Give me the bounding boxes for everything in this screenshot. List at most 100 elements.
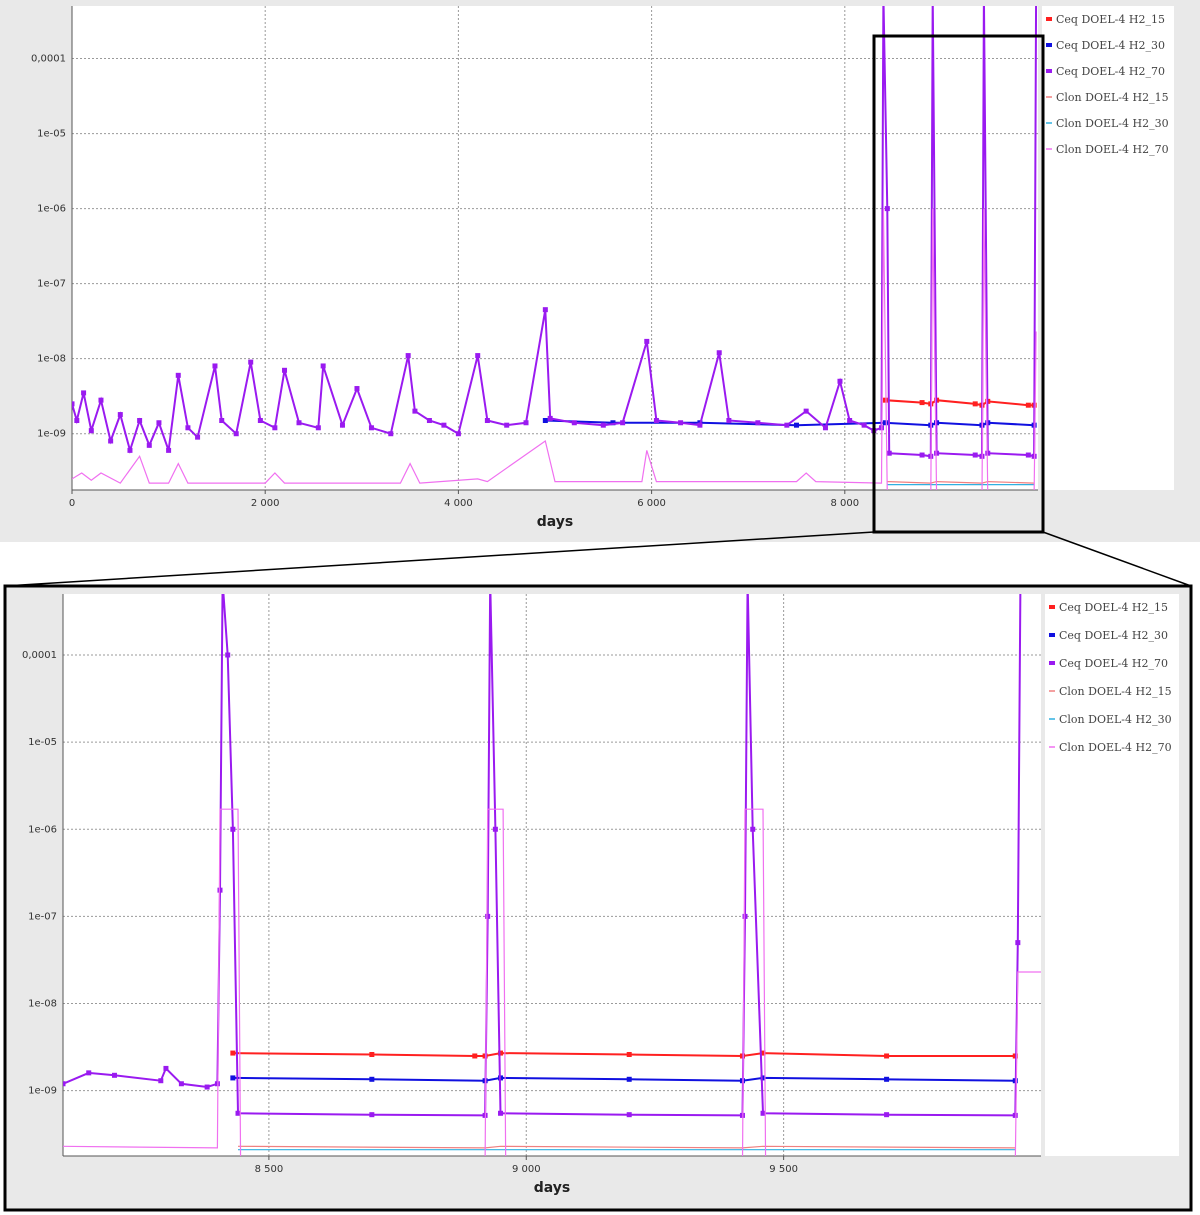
x-tick-label: 6 000 bbox=[637, 498, 666, 509]
series-point bbox=[233, 431, 239, 437]
x-tick-label: 9 500 bbox=[769, 1164, 798, 1175]
series-point bbox=[886, 450, 892, 456]
series-point bbox=[369, 1076, 375, 1082]
plot-area bbox=[72, 6, 1038, 490]
series-point bbox=[369, 1112, 375, 1118]
series-point bbox=[1012, 1112, 1018, 1118]
series-point bbox=[626, 1076, 632, 1082]
series-point bbox=[412, 408, 418, 414]
series-point bbox=[861, 422, 867, 428]
series-point bbox=[803, 408, 809, 414]
series-point bbox=[369, 1051, 375, 1057]
legend-entry: Ceq DOEL-4 H2_30 bbox=[1056, 39, 1165, 52]
series-point bbox=[882, 420, 888, 426]
legend: Ceq DOEL-4 H2_15 Ceq DOEL-4 H2_30 Ceq DOEL… bbox=[1045, 594, 1179, 1156]
series-point bbox=[441, 422, 447, 428]
legend-swatch bbox=[1046, 69, 1052, 73]
series-point bbox=[742, 913, 748, 919]
series-point bbox=[175, 372, 181, 378]
series-point bbox=[626, 1051, 632, 1057]
x-tick-label: 8 500 bbox=[255, 1164, 284, 1175]
legend-box bbox=[1045, 594, 1179, 1156]
series-point bbox=[884, 1112, 890, 1118]
legend-entry: Ceq DOEL-4 H2_15 bbox=[1059, 601, 1168, 614]
series-point bbox=[163, 1065, 169, 1071]
series-point bbox=[837, 378, 843, 384]
overview-chart-panel: 1e-09 1e-08 1e-07 1e-06 1e-05 0,0001 0 2 000 4 0… bbox=[0, 0, 1200, 542]
series-point bbox=[81, 390, 87, 396]
series-point bbox=[1028, 588, 1033, 593]
series-point bbox=[794, 422, 799, 428]
series-point bbox=[600, 422, 606, 428]
series-point bbox=[204, 1084, 210, 1090]
x-axis-label: days bbox=[534, 1180, 571, 1196]
series-point bbox=[127, 447, 133, 453]
series-point bbox=[847, 418, 853, 424]
series-point bbox=[784, 422, 790, 428]
series-point bbox=[195, 434, 201, 440]
series-point bbox=[74, 418, 80, 424]
series-point bbox=[547, 415, 553, 421]
legend-swatch bbox=[1046, 17, 1052, 21]
legend-box bbox=[1042, 6, 1174, 490]
series-point bbox=[697, 422, 703, 428]
series-point bbox=[98, 397, 104, 403]
x-tick-label: 2 000 bbox=[251, 498, 280, 509]
series-point bbox=[626, 1112, 632, 1118]
series-point bbox=[871, 428, 877, 434]
series-point bbox=[678, 420, 684, 426]
series-point bbox=[1018, 586, 1023, 590]
series-point bbox=[542, 418, 548, 424]
series-line-4 bbox=[887, 480, 1035, 484]
series-point bbox=[272, 425, 278, 431]
overview-chart: 1e-09 1e-08 1e-07 1e-06 1e-05 0,0001 0 2 000 4 0… bbox=[31, 6, 1174, 530]
series-point bbox=[257, 418, 263, 424]
series-point bbox=[225, 652, 231, 658]
series-point bbox=[230, 826, 236, 832]
x-tick-label: 9 000 bbox=[512, 1164, 541, 1175]
series-point bbox=[1025, 452, 1031, 458]
legend-entry: Ceq DOEL-4 H2_70 bbox=[1059, 657, 1168, 670]
series-point bbox=[248, 359, 254, 365]
legend-swatch bbox=[1049, 633, 1055, 637]
legend-entry: Clon DOEL-4 H2_30 bbox=[1059, 713, 1172, 726]
series-point bbox=[156, 420, 162, 426]
zoom-chart-panel: 1e-09 1e-08 1e-07 1e-06 1e-05 0,0001 8 500 9 00… bbox=[5, 586, 1191, 1210]
x-tick-label: 4 000 bbox=[444, 498, 473, 509]
series-point bbox=[1015, 940, 1021, 946]
series-point bbox=[166, 447, 172, 453]
series-point bbox=[726, 418, 732, 424]
legend-entry: Ceq DOEL-4 H2_30 bbox=[1059, 629, 1168, 642]
legend: Ceq DOEL-4 H2_15 Ceq DOEL-4 H2_30 Ceq DOEL… bbox=[1042, 6, 1174, 490]
y-tick-label: 0,0001 bbox=[31, 54, 66, 65]
series-point bbox=[219, 418, 225, 424]
legend-entry: Clon DOEL-4 H2_30 bbox=[1056, 117, 1169, 130]
series-point bbox=[620, 420, 626, 426]
y-tick-label: 0,0001 bbox=[22, 650, 57, 661]
series-point bbox=[63, 1081, 66, 1087]
series-point bbox=[882, 397, 888, 403]
series-point bbox=[217, 887, 223, 893]
series-point bbox=[919, 452, 925, 458]
series-point bbox=[405, 353, 411, 359]
series-point bbox=[178, 1081, 184, 1087]
series-point bbox=[919, 400, 925, 406]
series-point bbox=[137, 418, 143, 424]
series-point bbox=[185, 425, 191, 431]
series-point bbox=[108, 438, 114, 444]
zoom-chart: 1e-09 1e-08 1e-07 1e-06 1e-05 0,0001 8 500 9 00… bbox=[22, 586, 1179, 1196]
series-point bbox=[315, 425, 321, 431]
legend-entry: Clon DOEL-4 H2_15 bbox=[1056, 91, 1169, 104]
legend-swatch bbox=[1049, 661, 1055, 665]
y-tick-label: 1e-07 bbox=[37, 279, 66, 290]
y-tick-label: 1e-08 bbox=[37, 354, 66, 365]
series-point bbox=[750, 826, 756, 832]
x-tick-label: 8 000 bbox=[830, 498, 859, 509]
series-point bbox=[653, 418, 659, 424]
plot-area bbox=[63, 594, 1041, 1156]
series-point bbox=[86, 1070, 92, 1076]
series-point bbox=[111, 1072, 117, 1078]
series-point bbox=[230, 1075, 236, 1081]
y-tick-label: 1e-05 bbox=[28, 737, 57, 748]
y-tick-label: 1e-07 bbox=[28, 911, 57, 922]
